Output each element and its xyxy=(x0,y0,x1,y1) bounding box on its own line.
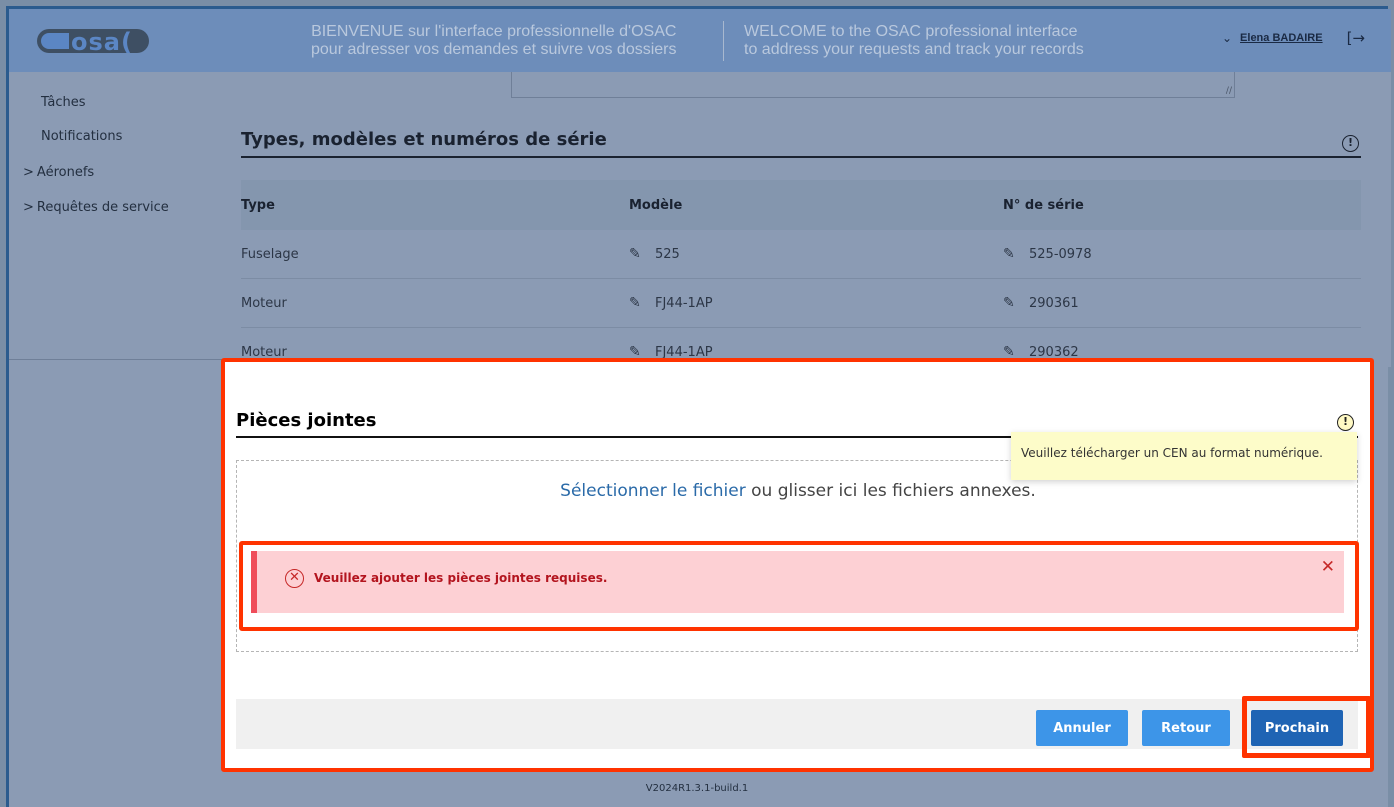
sidebar-lower xyxy=(9,360,225,807)
cell-serial[interactable]: ✎ 290361 xyxy=(1003,295,1361,311)
welcome-message-en: WELCOME to the OSAC professional interfa… xyxy=(744,23,1084,59)
top-header: osa( BIENVENUE sur l'interface professio… xyxy=(9,9,1391,72)
pencil-icon[interactable]: ✎ xyxy=(1003,295,1017,311)
cell-type: Fuselage xyxy=(241,246,299,262)
cell-serial[interactable]: ✎ 525-0978 xyxy=(1003,246,1361,262)
column-header-serial: N° de série xyxy=(1003,197,1084,213)
table-header: Type Modèle N° de série xyxy=(241,180,1361,230)
column-header-model: Modèle xyxy=(629,197,683,213)
back-button[interactable]: Retour xyxy=(1142,710,1230,746)
error-circle-x-icon: ✕ xyxy=(285,569,304,588)
resize-grip-icon[interactable]: ∕∕ xyxy=(1226,86,1232,96)
dropzone-text: Sélectionner le fichier ou glisser ici l… xyxy=(237,481,1359,501)
serial-value: 525-0978 xyxy=(1029,247,1092,262)
error-message: Veuillez ajouter les pièces jointes requ… xyxy=(314,571,608,585)
logo-bar xyxy=(41,33,69,49)
logout-icon[interactable]: [→ xyxy=(1347,29,1365,47)
select-file-link[interactable]: Sélectionner le fichier xyxy=(560,481,746,501)
action-bar: Annuler Retour Prochain xyxy=(236,696,1371,758)
user-menu[interactable]: ⌄ Elena BADAIRE [→ xyxy=(1222,29,1365,47)
comment-textarea[interactable]: ∕∕ xyxy=(511,72,1235,98)
user-name-link[interactable]: Elena BADAIRE xyxy=(1240,32,1323,44)
sidebar-item-requetes[interactable]: > Requêtes de service xyxy=(23,200,169,215)
column-header-type: Type xyxy=(241,197,275,213)
welcome-en-line2: to address your requests and track your … xyxy=(744,41,1084,58)
pencil-icon[interactable]: ✎ xyxy=(629,246,643,262)
pencil-icon[interactable]: ✎ xyxy=(1003,246,1017,262)
main-content: ∕∕ Types, modèles et numéros de série ! … xyxy=(225,72,1391,377)
next-button[interactable]: Prochain xyxy=(1251,710,1343,746)
osac-logo[interactable]: osa( xyxy=(37,28,149,56)
welcome-fr-line1: BIENVENUE sur l'interface professionnell… xyxy=(311,23,677,40)
table-row: Moteur ✎ FJ44-1AP ✎ 290361 xyxy=(241,279,1361,328)
chevron-right-icon: > xyxy=(23,200,34,215)
info-tooltip: Veuillez télécharger un CEN au format nu… xyxy=(1011,432,1357,480)
chevron-right-icon: > xyxy=(23,165,34,180)
chevron-down-icon[interactable]: ⌄ xyxy=(1222,31,1232,45)
error-alert: ✕ Veuillez ajouter les pièces jointes re… xyxy=(251,551,1344,613)
model-value: FJ44-1AP xyxy=(655,296,713,311)
cell-model[interactable]: ✎ 525 xyxy=(629,246,1003,262)
sidebar: Tâches Notifications > Aéronefs > Requêtes… xyxy=(9,72,225,360)
model-value: 525 xyxy=(655,247,680,262)
sidebar-item-aeronefs[interactable]: > Aéronefs xyxy=(23,165,94,180)
cell-model[interactable]: ✎ FJ44-1AP xyxy=(629,295,1003,311)
info-circle-icon[interactable]: ! xyxy=(1337,414,1354,431)
sidebar-item-label: Aéronefs xyxy=(36,165,95,180)
welcome-en-line1: WELCOME to the OSAC professional interfa… xyxy=(744,23,1078,40)
sidebar-item-label: Tâches xyxy=(41,95,86,110)
table-row: Fuselage ✎ 525 ✎ 525-0978 xyxy=(241,230,1361,279)
pencil-icon[interactable]: ✎ xyxy=(629,295,643,311)
section-title-types: Types, modèles et numéros de série xyxy=(241,129,607,150)
section-divider xyxy=(241,156,1361,158)
sidebar-item-taches[interactable]: Tâches xyxy=(41,95,86,110)
info-circle-icon[interactable]: ! xyxy=(1342,135,1359,152)
attachments-panel: Pièces jointes ! Sélectionner le fichier… xyxy=(221,358,1374,772)
close-icon[interactable]: ✕ xyxy=(1321,557,1335,577)
logo-text: osa( xyxy=(71,28,133,56)
version-label: V2024R1.3.1-build.1 xyxy=(645,783,749,794)
serial-value: 290361 xyxy=(1029,296,1079,311)
header-divider xyxy=(723,21,724,61)
sidebar-item-label: Notifications xyxy=(41,129,123,144)
cell-type: Moteur xyxy=(241,295,287,311)
sidebar-item-label: Requêtes de service xyxy=(36,200,169,215)
types-table: Type Modèle N° de série Fuselage ✎ 525 ✎ 5… xyxy=(241,180,1361,377)
sidebar-item-notifications[interactable]: Notifications xyxy=(41,129,122,144)
dropzone-hint: ou glisser ici les fichiers annexes. xyxy=(745,481,1036,501)
cancel-button[interactable]: Annuler xyxy=(1036,710,1128,746)
welcome-message-fr: BIENVENUE sur l'interface professionnell… xyxy=(311,23,677,59)
welcome-fr-line2: pour adresser vos demandes et suivre vos… xyxy=(311,41,677,58)
section-title-attachments: Pièces jointes xyxy=(236,410,377,431)
